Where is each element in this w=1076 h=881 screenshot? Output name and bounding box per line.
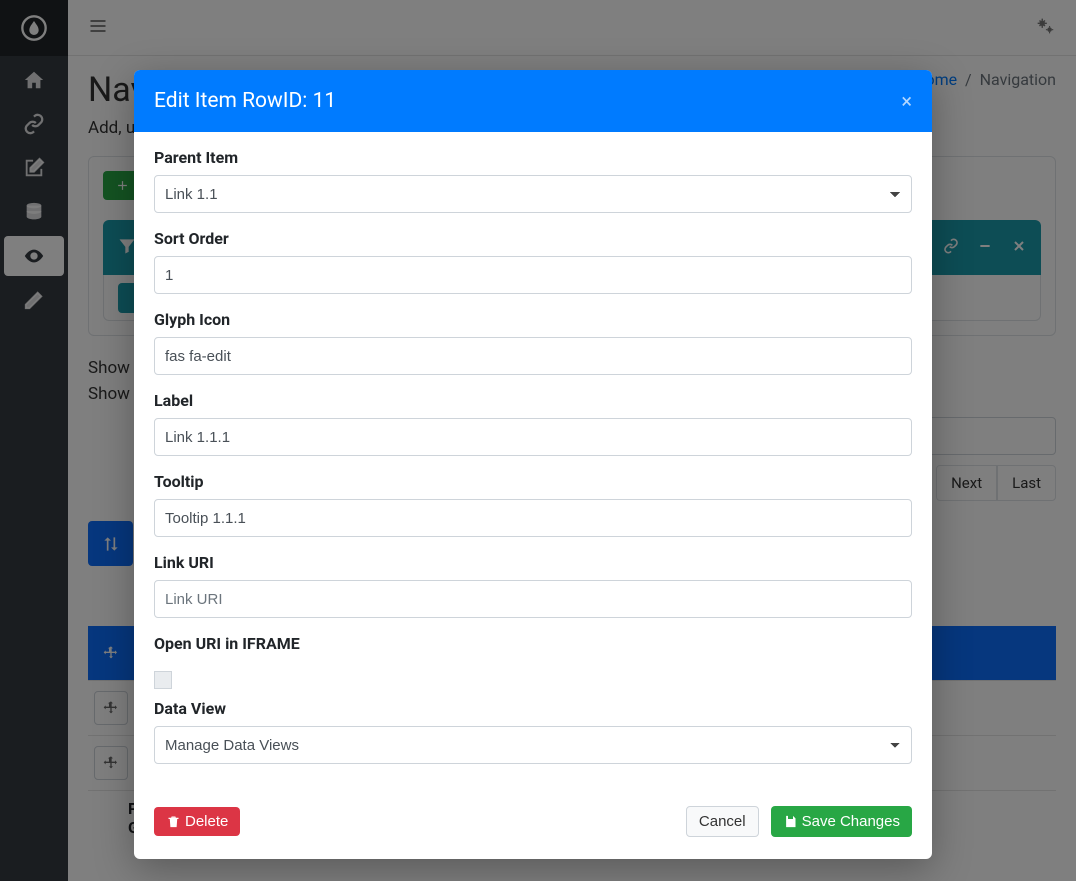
edit-modal: Edit Item RowID: 11 × Parent Item Link 1… <box>134 70 932 859</box>
dataview-select[interactable]: Manage Data Views <box>154 726 912 764</box>
tooltip-input[interactable] <box>154 499 912 537</box>
glyph-icon-input[interactable] <box>154 337 912 375</box>
parent-item-select[interactable]: Link 1.1 <box>154 175 912 213</box>
delete-button[interactable]: Delete <box>154 807 240 836</box>
sort-order-label: Sort Order <box>154 229 912 248</box>
modal-close[interactable]: × <box>901 89 912 113</box>
tooltip-label: Tooltip <box>154 472 912 491</box>
modal-title: Edit Item RowID: 11 <box>154 89 336 113</box>
parent-item-label: Parent Item <box>154 148 912 167</box>
iframe-checkbox[interactable] <box>154 671 172 689</box>
iframe-label: Open URI in IFRAME <box>154 634 912 653</box>
sort-order-input[interactable] <box>154 256 912 294</box>
trash-icon <box>166 814 181 829</box>
glyph-icon-label: Glyph Icon <box>154 310 912 329</box>
save-icon <box>783 814 798 829</box>
save-button[interactable]: Save Changes <box>771 806 912 837</box>
label-input[interactable] <box>154 418 912 456</box>
label-label: Label <box>154 391 912 410</box>
dataview-label: Data View <box>154 699 912 718</box>
link-uri-label: Link URI <box>154 553 912 572</box>
modal-header: Edit Item RowID: 11 × <box>134 70 932 132</box>
link-uri-input[interactable] <box>154 580 912 618</box>
cancel-button[interactable]: Cancel <box>686 806 759 837</box>
